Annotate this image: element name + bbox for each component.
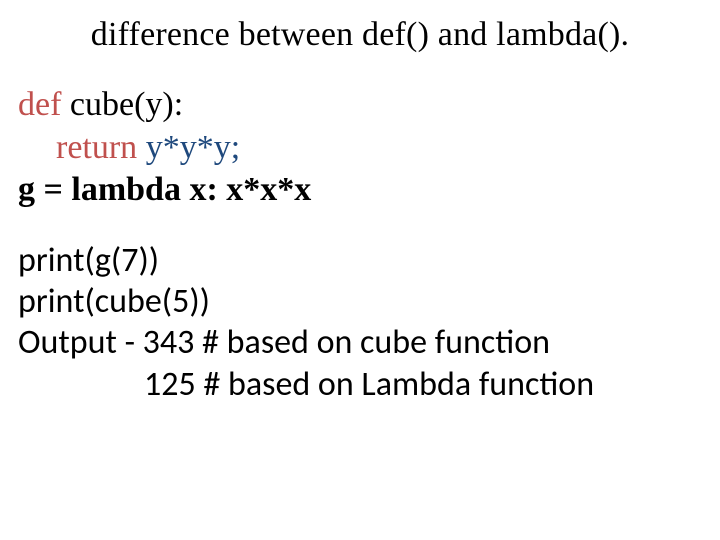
code-line-return: return y*y*y; — [18, 127, 702, 170]
slide-title: difference between def() and lambda(). — [18, 16, 702, 54]
code-line-lambda: g = lambda x: x*x*x — [18, 169, 702, 212]
output-value-2: 125 # based on Lambda function — [144, 364, 594, 405]
keyword-return: return — [56, 129, 137, 166]
output-line-1: Output - 343 # based on cube function — [18, 322, 702, 363]
output-line-2: 125 # based on Lambda function — [18, 364, 702, 405]
code-line-def: def cube(y): — [18, 84, 702, 127]
usage-and-output: print(g(7)) print(cube(5)) Output - 343 … — [18, 240, 702, 406]
code-example: def cube(y): return y*y*y; g = lambda x:… — [18, 84, 702, 212]
slide: difference between def() and lambda(). d… — [0, 0, 720, 540]
call-line-2: print(cube(5)) — [18, 281, 702, 322]
call-line-1: print(g(7)) — [18, 240, 702, 281]
def-signature: cube(y): — [61, 86, 183, 123]
return-expression: y*y*y; — [137, 129, 240, 166]
keyword-def: def — [18, 86, 61, 123]
